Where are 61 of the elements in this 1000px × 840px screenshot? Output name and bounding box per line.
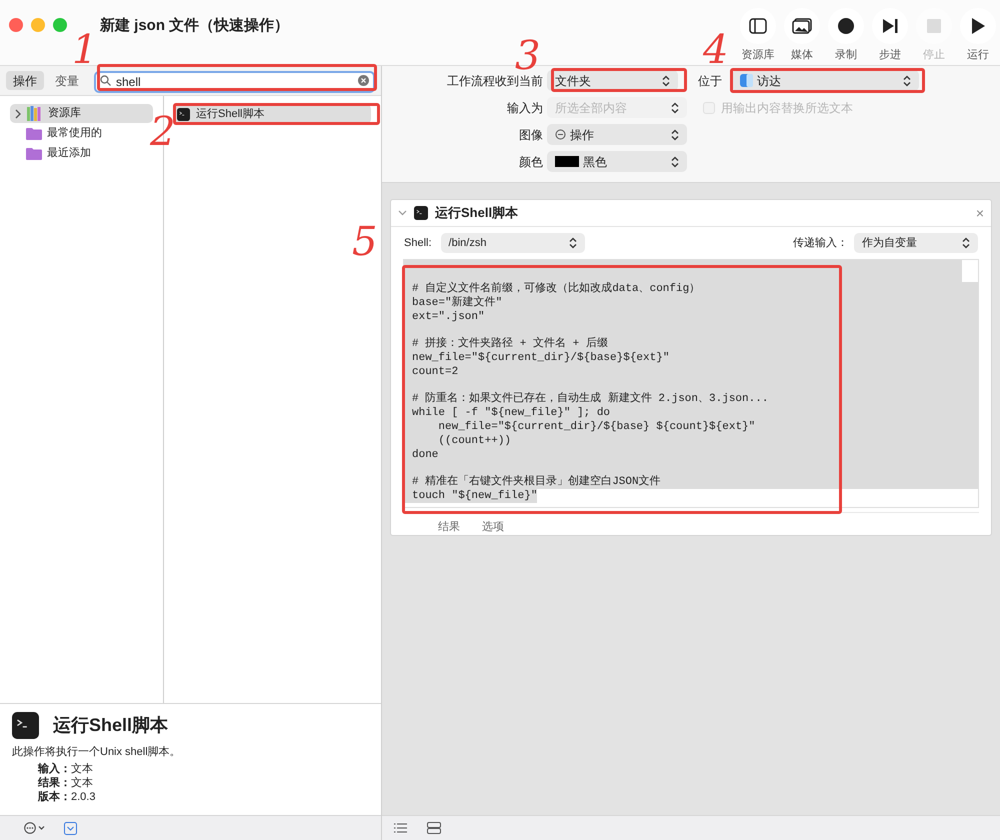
close-button[interactable] bbox=[9, 18, 23, 32]
detail-line: 输入：文本 bbox=[38, 762, 94, 776]
annotation-number: 2 bbox=[150, 112, 176, 152]
action-tab[interactable]: 选项 bbox=[482, 518, 504, 535]
annotation-number: 1 bbox=[72, 30, 98, 70]
finder-icon bbox=[740, 74, 753, 87]
field-label: 位于 bbox=[698, 72, 722, 90]
annotation-number: 4 bbox=[703, 30, 728, 70]
sidebar-icon bbox=[749, 18, 767, 34]
chevron-icon bbox=[662, 74, 670, 86]
chevron-icon bbox=[903, 74, 911, 86]
clear-icon[interactable] bbox=[358, 75, 369, 86]
terminal-icon bbox=[177, 108, 190, 120]
chevron-icon bbox=[568, 236, 577, 249]
pass-input-label: 传递输入： bbox=[793, 236, 848, 251]
field-label: 图像 bbox=[518, 126, 544, 144]
description-title: 运行Shell脚本 bbox=[53, 714, 168, 737]
step-icon bbox=[881, 18, 899, 34]
chevron-icon bbox=[671, 128, 679, 140]
location-popup[interactable]: 访达 bbox=[732, 70, 919, 91]
folder-icon bbox=[26, 147, 42, 160]
chevron-right-icon[interactable] bbox=[14, 108, 22, 118]
shell-label: Shell: bbox=[404, 236, 432, 251]
close-icon[interactable]: × bbox=[976, 206, 984, 220]
window-title: 新建 json 文件（快速操作） bbox=[100, 16, 290, 36]
checkbox-label: 用输出内容替换所选文本 bbox=[721, 100, 853, 116]
terminal-icon bbox=[414, 206, 428, 220]
color-popup[interactable]: 黑色 bbox=[547, 151, 687, 172]
action-tab[interactable]: 结果 bbox=[438, 518, 460, 535]
gear-icon bbox=[555, 129, 566, 140]
library-item[interactable]: 最近添加 bbox=[10, 144, 153, 163]
pass-input-popup[interactable]: 作为自变量 bbox=[854, 232, 978, 253]
terminal-icon bbox=[12, 712, 39, 739]
description-toggle-icon[interactable] bbox=[64, 822, 77, 834]
list-view-icon[interactable] bbox=[394, 823, 407, 833]
field-label: 输入为 bbox=[506, 100, 544, 116]
flow-view-icon[interactable] bbox=[427, 822, 441, 834]
photos-icon bbox=[792, 18, 812, 34]
collapse-icon[interactable] bbox=[398, 210, 407, 216]
shell-popup[interactable]: /bin/zsh bbox=[440, 232, 585, 253]
chevron-icon bbox=[671, 156, 679, 168]
detail-line: 版本：2.0.3 bbox=[38, 790, 96, 804]
stop-icon bbox=[926, 18, 942, 34]
detail-line: 结果：文本 bbox=[38, 776, 94, 790]
code-editor[interactable] bbox=[403, 258, 979, 508]
books-icon bbox=[27, 106, 43, 121]
chevron-icon bbox=[671, 102, 679, 114]
record-icon bbox=[837, 17, 855, 35]
image-popup[interactable]: 操作 bbox=[547, 124, 687, 145]
folder-icon bbox=[26, 127, 42, 140]
action-title: 运行Shell脚本 bbox=[435, 204, 518, 222]
search-icon bbox=[100, 75, 111, 86]
description-text: 此操作将执行一个Unix shell脚本。 bbox=[12, 745, 182, 760]
library-tab[interactable]: 操作 bbox=[6, 71, 44, 90]
run-icon bbox=[970, 17, 986, 35]
annotation-number: 5 bbox=[352, 222, 378, 262]
library-tab[interactable]: 变量 bbox=[48, 71, 86, 90]
color-swatch bbox=[555, 156, 579, 167]
chevron-icon bbox=[962, 236, 970, 249]
field-label: 颜色 bbox=[518, 154, 544, 170]
library-item[interactable]: 资源库 bbox=[10, 104, 153, 123]
